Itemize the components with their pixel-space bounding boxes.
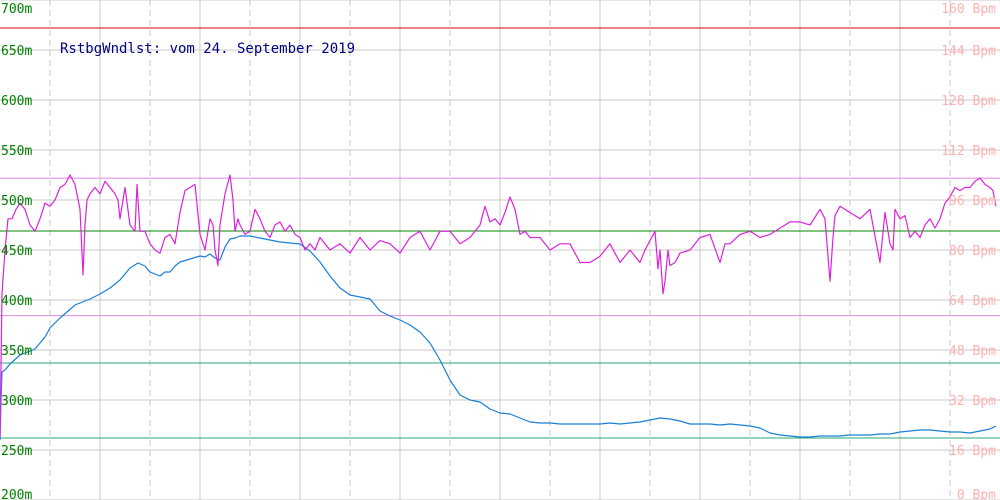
right-tick-label: 80 Bpm xyxy=(949,244,996,259)
left-tick-label: 400m xyxy=(1,294,32,309)
right-tick-label: 128 Bpm xyxy=(941,94,996,109)
right-tick-label: 96 Bpm xyxy=(949,194,996,209)
left-tick-label: 700m xyxy=(1,2,32,17)
left-tick-label: 200m xyxy=(1,488,32,500)
right-tick-label: 112 Bpm xyxy=(941,144,996,159)
left-tick-label: 450m xyxy=(1,244,32,259)
elevation-series-line xyxy=(0,235,997,441)
left-tick-label: 300m xyxy=(1,394,32,409)
right-tick-label: 48 Bpm xyxy=(949,344,996,359)
chart-title: RstbgWndlst: vom 24. September 2019 xyxy=(60,41,355,57)
left-tick-label: 350m xyxy=(1,344,32,359)
left-tick-label: 500m xyxy=(1,194,32,209)
left-tick-label: 600m xyxy=(1,94,32,109)
grid xyxy=(0,0,1000,500)
right-tick-label: 64 Bpm xyxy=(949,294,996,309)
right-tick-label: 32 Bpm xyxy=(949,394,996,409)
left-tick-label: 650m xyxy=(1,44,32,59)
right-tick-label: 16 Bpm xyxy=(949,444,996,459)
right-axis-ticks: 0 Bpm 16 Bpm 32 Bpm 48 Bpm 64 Bpm 80 Bpm 96 Bp… xyxy=(941,2,996,500)
right-tick-label: 160 Bpm xyxy=(941,2,996,17)
left-tick-label: 550m xyxy=(1,144,32,159)
right-tick-label: 0 Bpm xyxy=(957,488,996,500)
chart-canvas: 200m 250m 300m 350m 400m 450m 500m 550m 600m 650m… xyxy=(0,0,1000,500)
heart_rate-series-line xyxy=(0,174,997,438)
left-axis-ticks: 200m 250m 300m 350m 400m 450m 500m 550m 600m 650m… xyxy=(1,2,32,500)
left-tick-label: 250m xyxy=(1,444,32,459)
right-tick-label: 144 Bpm xyxy=(941,44,996,59)
